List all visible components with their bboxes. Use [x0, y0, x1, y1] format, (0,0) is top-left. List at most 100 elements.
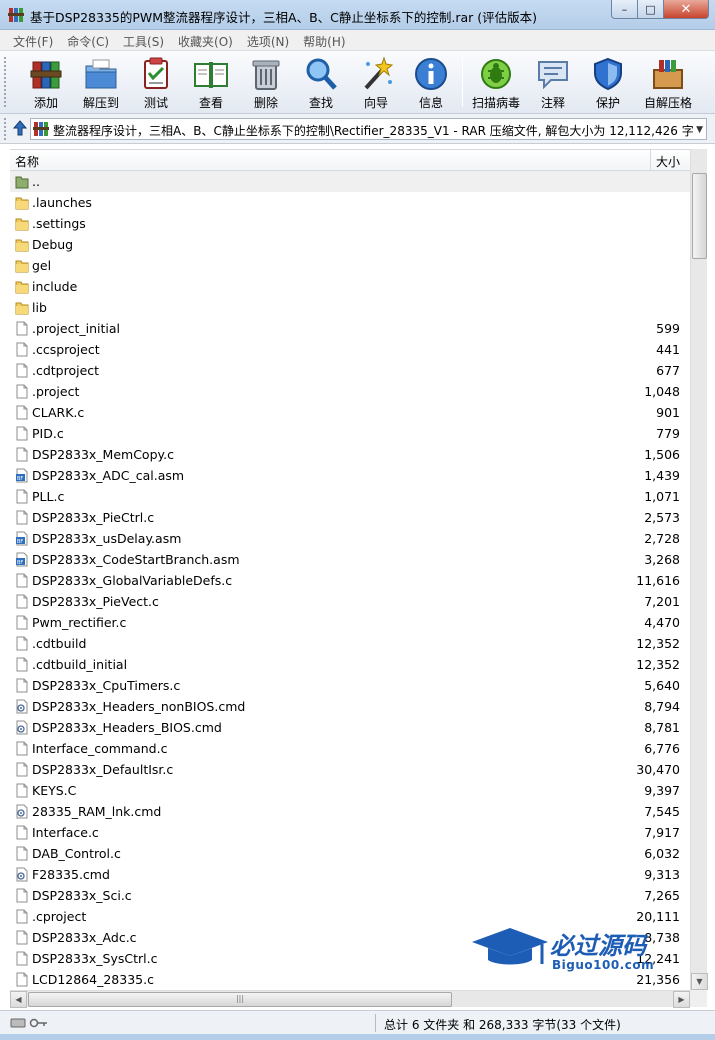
file-size: 4,470 [644, 615, 680, 630]
folder-row[interactable]: include [10, 276, 690, 297]
find-button[interactable]: 查找 [293, 54, 349, 112]
asm-file-icon: BF [15, 531, 29, 546]
scroll-left-button[interactable]: ◀ [10, 991, 27, 1008]
file-row[interactable]: KEYS.C 9,397 [10, 780, 690, 801]
file-size: 7,265 [644, 888, 680, 903]
minimize-button[interactable]: – [611, 0, 638, 19]
file-row[interactable]: .cdtproject 677 [10, 360, 690, 381]
file-size: 11,616 [636, 573, 680, 588]
vertical-scroll-thumb[interactable] [692, 173, 707, 259]
file-row[interactable]: DSP2833x_PieCtrl.c 2,573 [10, 507, 690, 528]
file-name: DSP2833x_MemCopy.c [32, 447, 174, 462]
protect-label: 保护 [595, 96, 620, 110]
file-row[interactable]: 28335_RAM_lnk.cmd 7,545 [10, 801, 690, 822]
file-name: gel [32, 258, 52, 273]
menu-favorites[interactable]: 收藏夹(O) [173, 30, 238, 50]
file-row[interactable]: DSP2833x_PieVect.c 7,201 [10, 591, 690, 612]
vertical-scrollbar[interactable]: ▲ ▼ [690, 149, 708, 990]
file-row[interactable]: DAB_Control.c 6,032 [10, 843, 690, 864]
file-row[interactable]: BF DSP2833x_usDelay.asm 2,728 [10, 528, 690, 549]
protect-button[interactable]: 保护 [580, 54, 636, 112]
address-field[interactable]: 整流器程序设计，三相A、B、C静止坐标系下的控制\Rectifier_28335… [30, 118, 707, 140]
scroll-corner [690, 990, 707, 1007]
wizard-button[interactable]: 向导 [348, 54, 404, 112]
folder-row[interactable]: lib [10, 297, 690, 318]
up-folder-icon[interactable] [12, 119, 28, 137]
horizontal-scrollbar[interactable]: ◀ ||| ▶ [10, 990, 690, 1008]
file-name: Interface_command.c [32, 741, 168, 756]
file-row[interactable]: DSP2833x_CpuTimers.c 5,640 [10, 675, 690, 696]
folder-row[interactable]: .. [10, 171, 690, 192]
folder-icon [15, 279, 29, 294]
file-row[interactable]: CLARK.c 901 [10, 402, 690, 423]
menu-file[interactable]: 文件(F) [8, 30, 58, 50]
close-button[interactable]: ✕ [664, 0, 709, 19]
scroll-right-button[interactable]: ▶ [673, 991, 690, 1008]
cmd-file-icon [15, 699, 29, 714]
file-row[interactable]: PLL.c 1,071 [10, 486, 690, 507]
virus-scan-button[interactable]: 扫描病毒 [468, 54, 524, 112]
file-row[interactable]: Interface.c 7,917 [10, 822, 690, 843]
comment-button[interactable]: 注释 [525, 54, 581, 112]
add-archive-icon [30, 61, 62, 89]
file-row[interactable]: DSP2833x_Headers_nonBIOS.cmd 8,794 [10, 696, 690, 717]
sfx-button[interactable]: 自解压格 [638, 54, 698, 112]
menu-tools[interactable]: 工具(S) [118, 30, 169, 50]
address-grip[interactable] [4, 118, 7, 140]
file-row[interactable]: F28335.cmd 9,313 [10, 864, 690, 885]
extract-to-button[interactable]: 解压到 [73, 54, 129, 112]
file-name: KEYS.C [32, 783, 77, 798]
file-row[interactable]: DSP2833x_Headers_BIOS.cmd 8,781 [10, 717, 690, 738]
file-row[interactable]: DSP2833x_Sci.c 7,265 [10, 885, 690, 906]
folder-row[interactable]: .launches [10, 192, 690, 213]
column-name-header[interactable]: 名称 [15, 153, 39, 170]
cmd-file-icon [15, 867, 29, 882]
file-name: PID.c [32, 426, 64, 441]
file-row[interactable]: BF DSP2833x_ADC_cal.asm 1,439 [10, 465, 690, 486]
test-button[interactable]: 测试 [128, 54, 184, 112]
toolbar-grip[interactable] [4, 57, 7, 107]
folder-row[interactable]: gel [10, 255, 690, 276]
file-icon [15, 972, 29, 987]
menu-help[interactable]: 帮助(H) [298, 30, 350, 50]
file-list: .. .launches .settings Debug gel include lib .p… [10, 171, 690, 990]
add-button[interactable]: 添加 [18, 54, 74, 112]
info-label: 信息 [418, 96, 443, 110]
file-row[interactable]: Pwm_rectifier.c 4,470 [10, 612, 690, 633]
info-button[interactable]: 信息 [403, 54, 459, 112]
find-label: 查找 [308, 96, 333, 110]
file-icon [15, 384, 29, 399]
file-row[interactable]: .ccsproject 441 [10, 339, 690, 360]
folder-row[interactable]: Debug [10, 234, 690, 255]
view-button[interactable]: 查看 [183, 54, 239, 112]
file-row[interactable]: .cdtbuild_initial 12,352 [10, 654, 690, 675]
file-row[interactable]: .project 1,048 [10, 381, 690, 402]
file-name: DSP2833x_CpuTimers.c [32, 678, 181, 693]
sfx-icon [653, 60, 683, 89]
column-size-header[interactable]: 大小 [656, 153, 680, 170]
delete-button[interactable]: 删除 [238, 54, 294, 112]
file-size: 7,917 [644, 825, 680, 840]
file-row[interactable]: .cdtbuild 12,352 [10, 633, 690, 654]
file-row[interactable]: BF DSP2833x_CodeStartBranch.asm 3,268 [10, 549, 690, 570]
drive-key-icon[interactable] [10, 1017, 50, 1029]
column-divider[interactable] [650, 150, 651, 171]
file-row[interactable]: .project_initial 599 [10, 318, 690, 339]
file-icon [15, 489, 29, 504]
file-icon [15, 783, 29, 798]
file-row[interactable]: DSP2833x_DefaultIsr.c 30,470 [10, 759, 690, 780]
folder-row[interactable]: .settings [10, 213, 690, 234]
menu-commands[interactable]: 命令(C) [62, 30, 114, 50]
menu-options[interactable]: 选项(N) [242, 30, 294, 50]
file-icon [15, 447, 29, 462]
maximize-button[interactable]: □ [638, 0, 664, 19]
file-row[interactable]: Interface_command.c 6,776 [10, 738, 690, 759]
address-path: 整流器程序设计，三相A、B、C静止坐标系下的控制\Rectifier_28335… [53, 124, 693, 138]
file-row[interactable]: DSP2833x_GlobalVariableDefs.c 11,616 [10, 570, 690, 591]
horizontal-scroll-thumb[interactable]: ||| [28, 992, 452, 1007]
file-row[interactable]: PID.c 779 [10, 423, 690, 444]
chevron-down-icon[interactable]: ▼ [696, 125, 703, 135]
extract-to-label: 解压到 [82, 96, 119, 110]
file-row[interactable]: DSP2833x_MemCopy.c 1,506 [10, 444, 690, 465]
scroll-down-button[interactable]: ▼ [691, 973, 708, 990]
